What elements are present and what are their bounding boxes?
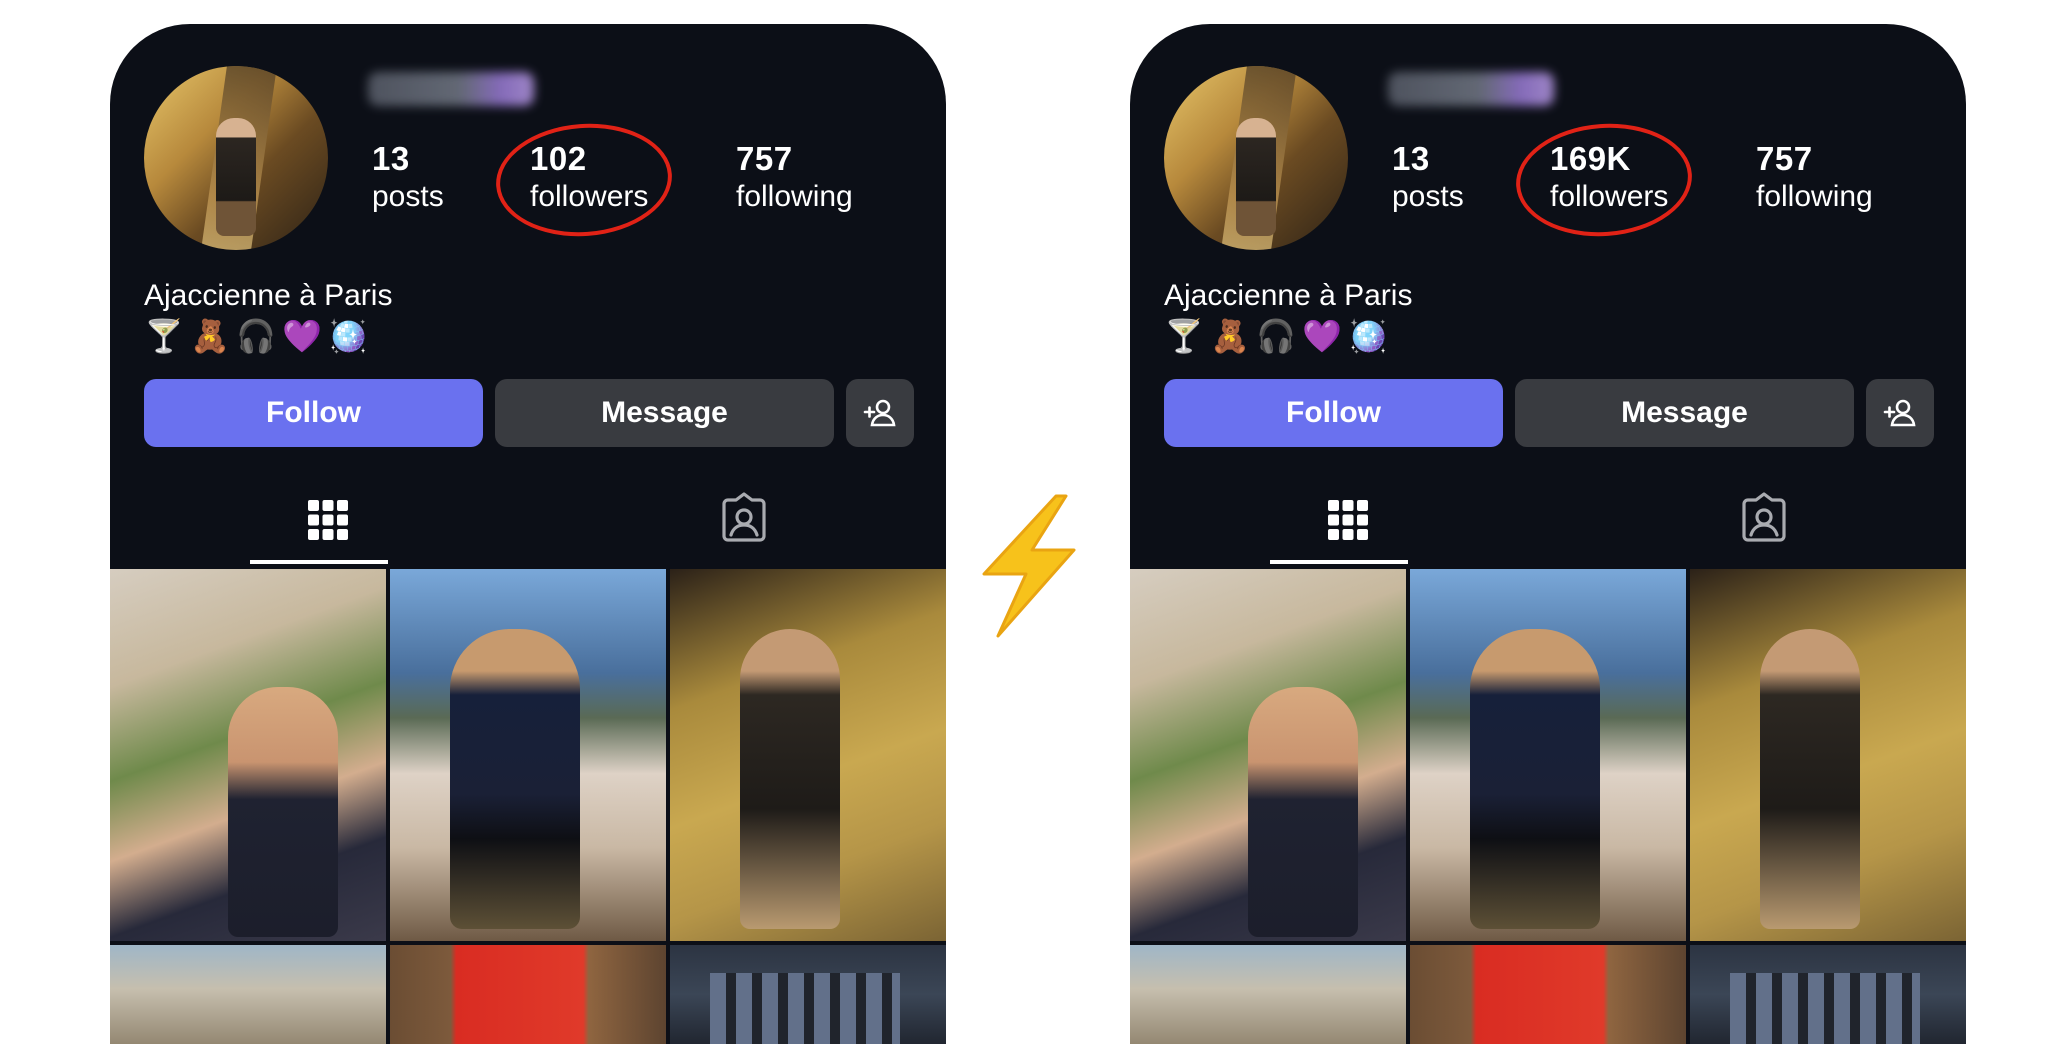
tab-posts-grid[interactable]: [298, 490, 358, 550]
following-label: following: [736, 180, 853, 213]
add-user-button[interactable]: [1866, 379, 1934, 447]
message-button[interactable]: Message: [495, 379, 834, 447]
post-thumbnail[interactable]: [1130, 945, 1406, 1044]
posts-count: 13: [372, 140, 410, 177]
bio-emojis: 🍸 🧸 🎧 💜 🪩: [1164, 316, 1388, 356]
following-stat[interactable]: 757 following: [736, 140, 853, 216]
add-person-icon: [1883, 399, 1916, 427]
highlight-circle: [1512, 117, 1696, 243]
lightning-icon: [982, 494, 1076, 638]
post-thumbnail[interactable]: [1130, 569, 1406, 941]
avatar[interactable]: [1164, 66, 1348, 250]
photo-grid: [1130, 569, 1966, 1044]
post-thumbnail[interactable]: [110, 945, 386, 1044]
posts-stat[interactable]: 13 posts: [1392, 140, 1464, 216]
post-thumbnail[interactable]: [390, 945, 666, 1044]
posts-label: posts: [1392, 180, 1464, 213]
post-thumbnail[interactable]: [390, 569, 666, 941]
follow-button[interactable]: Follow: [1164, 379, 1503, 447]
add-user-button[interactable]: [846, 379, 914, 447]
tab-tagged[interactable]: [714, 490, 774, 550]
tagged-person-icon: [1742, 492, 1786, 542]
posts-stat[interactable]: 13 posts: [372, 140, 444, 216]
active-tab-indicator: [1270, 560, 1408, 564]
cocktail-emoji: 🍸: [1164, 318, 1204, 354]
message-button[interactable]: Message: [1515, 379, 1854, 447]
photo-grid: [110, 569, 946, 1044]
bio-emojis: 🍸 🧸 🎧 💜 🪩: [144, 316, 368, 356]
headphones-emoji: 🎧: [236, 318, 276, 354]
following-stat[interactable]: 757 following: [1756, 140, 1873, 216]
follow-button[interactable]: Follow: [144, 379, 483, 447]
disco-ball-emoji: 🪩: [1348, 318, 1388, 354]
following-label: following: [1756, 180, 1873, 213]
profile-screen-left: 13 posts 102 followers 757 following Aja…: [110, 24, 946, 1044]
teddy-bear-emoji: 🧸: [1210, 318, 1250, 354]
purple-heart-emoji: 💜: [282, 318, 322, 354]
profile-screen-right: 13 posts 169K followers 757 following Aj…: [1130, 24, 1966, 1044]
post-thumbnail[interactable]: [1690, 569, 1966, 941]
bio-text: Ajaccienne à Paris: [1164, 279, 1413, 312]
post-thumbnail[interactable]: [1690, 945, 1966, 1044]
teddy-bear-emoji: 🧸: [190, 318, 230, 354]
grid-icon: [308, 500, 348, 540]
cocktail-emoji: 🍸: [144, 318, 184, 354]
avatar[interactable]: [144, 66, 328, 250]
post-thumbnail[interactable]: [670, 569, 946, 941]
grid-icon: [1328, 500, 1368, 540]
post-thumbnail[interactable]: [670, 945, 946, 1044]
tagged-person-icon: [722, 492, 766, 542]
headphones-emoji: 🎧: [1256, 318, 1296, 354]
posts-count: 13: [1392, 140, 1430, 177]
username-blurred: [1388, 72, 1554, 106]
post-thumbnail[interactable]: [110, 569, 386, 941]
post-thumbnail[interactable]: [1410, 569, 1686, 941]
bio-text: Ajaccienne à Paris: [144, 279, 393, 312]
disco-ball-emoji: 🪩: [328, 318, 368, 354]
cropped-header-text: ▬▬▬▬: [440, 0, 610, 4]
add-person-icon: [863, 399, 896, 427]
posts-label: posts: [372, 180, 444, 213]
tab-tagged[interactable]: [1734, 490, 1794, 550]
highlight-circle: [492, 117, 676, 243]
tab-posts-grid[interactable]: [1318, 490, 1378, 550]
following-count: 757: [736, 140, 793, 177]
purple-heart-emoji: 💜: [1302, 318, 1342, 354]
username-blurred: [368, 72, 534, 106]
active-tab-indicator: [250, 560, 388, 564]
following-count: 757: [1756, 140, 1813, 177]
post-thumbnail[interactable]: [1410, 945, 1686, 1044]
